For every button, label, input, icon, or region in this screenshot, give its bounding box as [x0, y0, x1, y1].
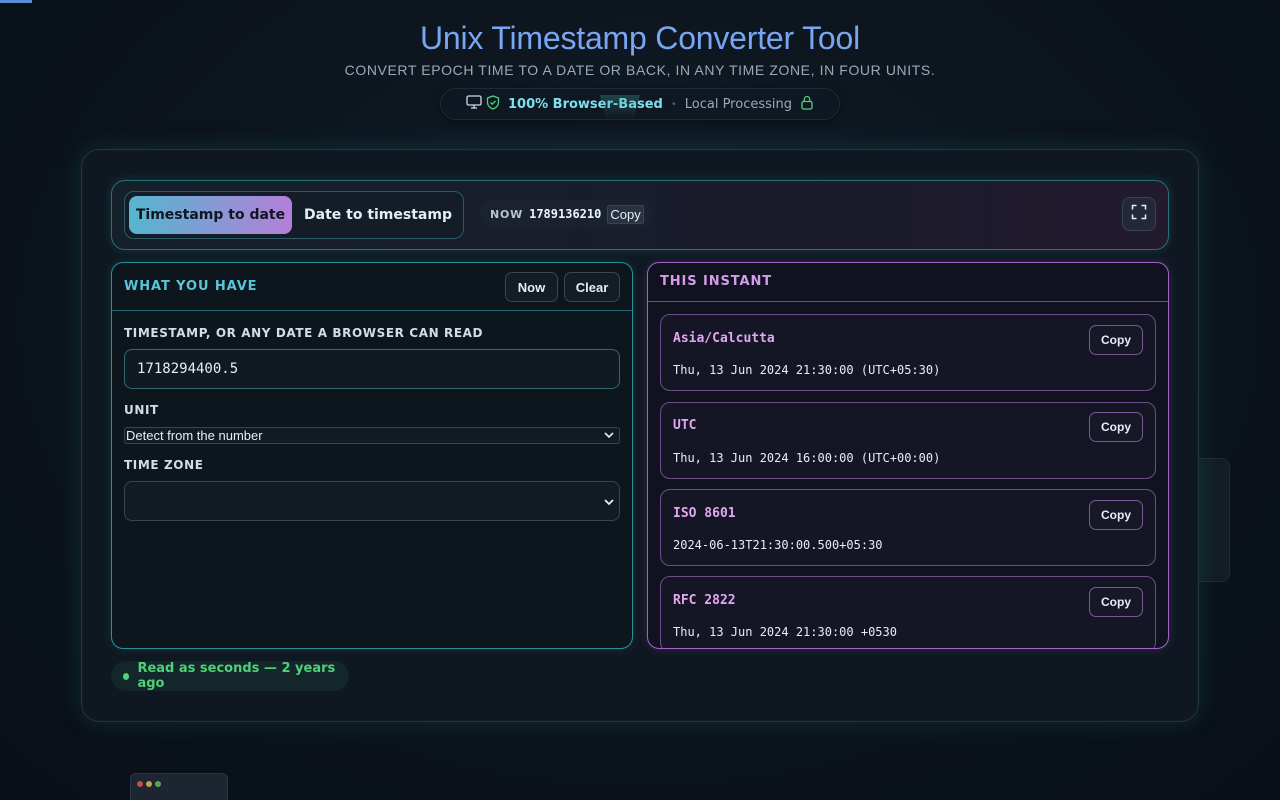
fullscreen-button[interactable]: [1122, 197, 1156, 231]
results-list[interactable]: Asia/Calcutta Thu, 13 Jun 2024 21:30:00 …: [648, 263, 1168, 648]
result-value: Thu, 13 Jun 2024 16:00:00 (UTC+00:00): [673, 451, 941, 465]
result-name: ISO 8601: [673, 506, 736, 521]
shield-check-icon: [486, 94, 500, 114]
chevron-down-icon: [603, 494, 615, 513]
input-panel-title: WHAT YOU HAVE: [124, 279, 258, 294]
result-card: [660, 489, 1156, 566]
status-dot-icon: [123, 672, 130, 680]
now-chip: NOW 1789136210 Copy: [480, 200, 652, 228]
unit-select-value: Detect from the number: [126, 428, 263, 443]
chevron-down-icon: [603, 429, 615, 444]
lock-icon: [800, 95, 814, 114]
result-value: Thu, 13 Jun 2024 21:30:00 +0530: [673, 625, 897, 639]
result-name: Asia/Calcutta: [673, 331, 775, 346]
privacy-strong-text: 100% Browser-Based: [507, 96, 663, 112]
copy-now-button[interactable]: Copy: [607, 204, 644, 224]
result-card: [660, 402, 1156, 479]
timestamp-label: TIMESTAMP, OR ANY DATE A BROWSER CAN REA…: [124, 326, 484, 340]
status-text: Read as seconds — 2 years ago: [137, 661, 336, 691]
top-accent-strip: [0, 0, 32, 3]
timezone-label: TIME ZONE: [124, 458, 204, 472]
input-panel: [111, 262, 633, 649]
timestamp-input[interactable]: [124, 349, 620, 389]
expand-icon: [1131, 204, 1147, 224]
background-panel-edge: [1198, 458, 1230, 582]
tab-date-to-timestamp[interactable]: Date to timestamp: [296, 196, 460, 234]
privacy-separator: •: [670, 98, 677, 110]
copy-result-button[interactable]: Copy: [1089, 587, 1143, 617]
window-dot-red: [137, 781, 143, 787]
monitor-icon: [466, 95, 482, 113]
now-value: 1789136210: [529, 207, 602, 221]
timezone-select[interactable]: [124, 481, 620, 521]
clear-button[interactable]: Clear: [564, 272, 620, 302]
copy-result-button[interactable]: Copy: [1089, 500, 1143, 530]
badge-glow: [600, 95, 640, 119]
background-window-preview: [130, 773, 228, 800]
copy-result-button[interactable]: Copy: [1089, 412, 1143, 442]
page-title: Unix Timestamp Converter Tool: [420, 20, 860, 56]
unit-select[interactable]: Detect from the number: [124, 427, 620, 444]
unit-label: UNIT: [124, 403, 159, 417]
privacy-muted-text: Local Processing: [684, 96, 792, 112]
page-subtitle: CONVERT EPOCH TIME TO A DATE OR BACK, IN…: [344, 62, 936, 78]
status-badge: Read as seconds — 2 years ago: [111, 661, 349, 691]
result-value: 2024-06-13T21:30:00.500+05:30: [673, 538, 883, 552]
window-dot-green: [155, 781, 161, 787]
now-button[interactable]: Now: [505, 272, 558, 302]
tab-timestamp-to-date[interactable]: Timestamp to date: [129, 196, 292, 234]
now-label: NOW: [490, 207, 524, 221]
privacy-badge: 100% Browser-Based • Local Processing: [440, 88, 840, 120]
result-name: RFC 2822: [673, 593, 736, 608]
result-name: UTC: [673, 418, 697, 433]
result-card: [660, 314, 1156, 391]
result-value: Thu, 13 Jun 2024 21:30:00 (UTC+05:30): [673, 363, 941, 377]
window-dot-yellow: [146, 781, 152, 787]
copy-result-button[interactable]: Copy: [1089, 325, 1143, 355]
